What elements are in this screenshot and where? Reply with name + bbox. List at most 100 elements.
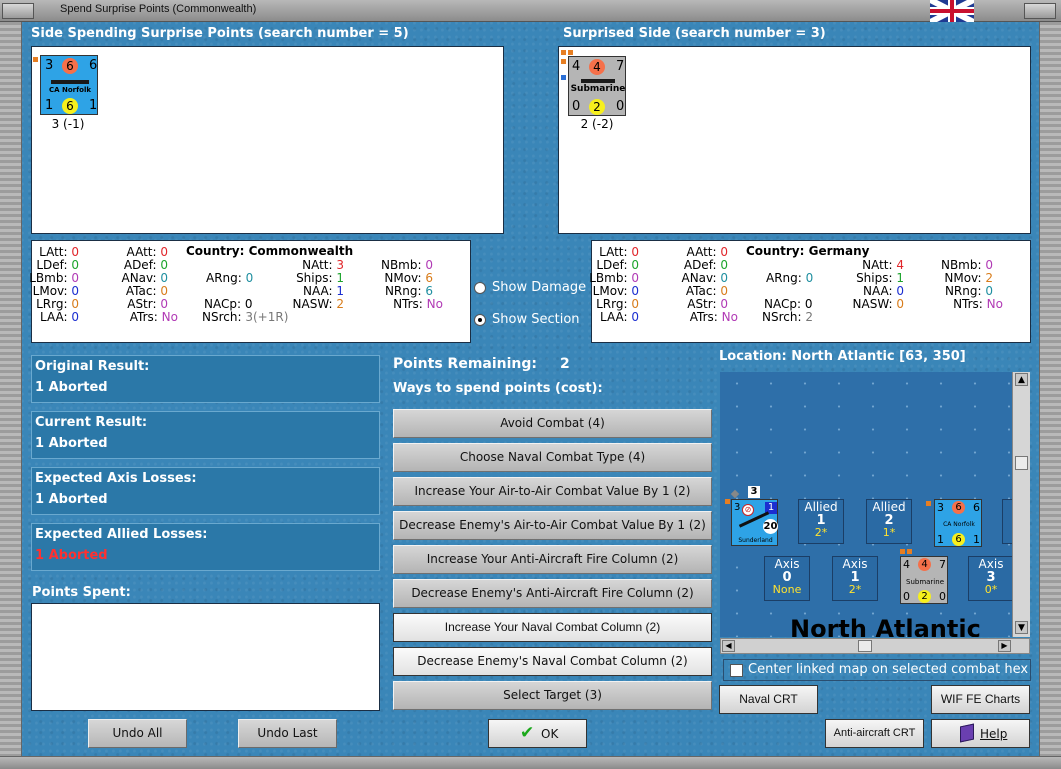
stat-nbmb: NBmb: 0: [380, 258, 433, 272]
left-side-header: Side Spending Surprise Points (search nu…: [31, 26, 409, 41]
axis-losses-panel: Expected Axis Losses: 1 Aborted: [31, 467, 380, 515]
scroll-up-icon[interactable]: ▲: [1015, 373, 1028, 386]
anti-aircraft-crt-button[interactable]: Anti-aircraft CRT: [825, 719, 924, 748]
map-vertical-scrollbar[interactable]: ▲ ▼: [1012, 372, 1030, 637]
show-damage-radio[interactable]: [474, 282, 486, 294]
unit-marker-icon: [926, 501, 931, 506]
counter-name: Submarine: [570, 84, 626, 94]
decrease-enemy-air-to-air-button[interactable]: Decrease Enemy's Air-to-Air Combat Value…: [393, 511, 712, 540]
stat-ldef: LDef: 0: [596, 258, 639, 272]
stat-nasw: NASW: 2: [292, 297, 344, 311]
title-bar: Spend Surprise Points (Commonwealth): [0, 0, 1061, 22]
map-counter-submarine[interactable]: 4 4 7 Submarine 0 2 0: [900, 556, 948, 604]
stat-nmov: NMov: 2: [944, 271, 993, 285]
surprised-side-units-box: 4 4 7 Submarine 0 2 0 2 (-2): [558, 46, 1031, 234]
help-button[interactable]: Help: [931, 719, 1030, 748]
book-icon: [960, 723, 974, 743]
stat-aatt: AAtt: 0: [686, 245, 728, 259]
counter-name: CA Norfolk: [48, 86, 92, 94]
stat-latt: LAtt: 0: [39, 245, 79, 259]
show-section-label: Show Section: [492, 312, 580, 327]
counter-value: 1: [973, 533, 980, 546]
map-counter-sunderland[interactable]: 3 ⊘ 1 20 Sunderland: [731, 499, 778, 546]
stat-lbmb: LBmb: 0: [589, 271, 639, 285]
close-button[interactable]: [1024, 3, 1056, 19]
counter-value: 4: [903, 558, 910, 571]
original-result-panel: Original Result: 1 Aborted: [31, 355, 380, 403]
country: Country: Commonwealth: [186, 244, 354, 258]
increase-aa-fire-column-button[interactable]: Increase Your Anti-Aircraft Fire Column …: [393, 545, 712, 574]
unit-marker-icon: [568, 50, 573, 55]
map-counter-ca-norfolk[interactable]: 3 6 6 CA Norfolk 1 6 1: [934, 499, 982, 547]
unit-marker-icon: [900, 549, 905, 554]
avoid-combat-button[interactable]: Avoid Combat (4): [393, 409, 712, 438]
undo-all-button[interactable]: Undo All: [88, 719, 187, 748]
select-target-button[interactable]: Select Target (3): [393, 681, 712, 710]
counter-value: 2: [589, 99, 605, 115]
decrease-enemy-naval-combat-column-button[interactable]: Decrease Enemy's Naval Combat Column (2): [393, 647, 712, 676]
counter-value: 6: [89, 58, 98, 73]
scroll-down-icon[interactable]: ▼: [1015, 621, 1028, 634]
scroll-thumb[interactable]: [1015, 456, 1028, 470]
map-horizontal-scroll[interactable]: ◀ ▶: [720, 638, 1030, 654]
show-section-option[interactable]: Show Section: [474, 312, 589, 328]
unit-marker-icon: [33, 57, 38, 62]
counter-value: 6: [952, 501, 965, 514]
stat-naa: NAA: 1: [302, 284, 344, 298]
center-linked-checkbox[interactable]: [730, 664, 743, 677]
counter-name: CA Norfolk: [943, 521, 975, 528]
scroll-right-icon[interactable]: ▶: [998, 640, 1011, 652]
wif-fe-charts-button[interactable]: WIF FE Charts: [931, 685, 1030, 714]
counter-name: Submarine: [906, 578, 944, 586]
axis-losses-label: Expected Axis Losses:: [35, 471, 197, 486]
stat-ships: Ships: 1: [296, 271, 344, 285]
ok-button[interactable]: ✔ OK: [488, 719, 587, 748]
naval-crt-button[interactable]: Naval CRT: [719, 685, 818, 714]
counter-value: 3: [937, 501, 944, 514]
counter-value: 0: [939, 590, 946, 603]
stat-atac: ATac: 0: [685, 284, 728, 298]
stat-lmov: LMov: 0: [32, 284, 79, 298]
counter-value: 20: [763, 519, 778, 534]
current-result-label: Current Result:: [35, 415, 148, 430]
allied-losses-panel: Expected Allied Losses: 1 Aborted: [31, 523, 380, 571]
stat-latt: LAtt: 0: [599, 245, 639, 259]
show-section-radio[interactable]: [474, 314, 486, 326]
combat-map[interactable]: 3 3 ⊘ 1 20 Sunderland Allied 1 2* Allied 2 1…: [720, 372, 1012, 637]
allied-box: Allied 2 1*: [866, 499, 912, 544]
counter-value: 0: [903, 590, 910, 603]
unit-counter-submarine[interactable]: 4 4 7 Submarine 0 2 0: [568, 56, 626, 116]
system-menu-button[interactable]: [2, 3, 34, 19]
decrease-enemy-aa-fire-column-button[interactable]: Decrease Enemy's Anti-Aircraft Fire Colu…: [393, 579, 712, 608]
counter-value: 3: [45, 58, 54, 73]
points-spent-list[interactable]: [31, 603, 380, 711]
stat-atac: ATac: 0: [125, 284, 168, 298]
unit-counter-ca-norfolk[interactable]: 3 6 6 CA Norfolk 1 6 1: [40, 55, 98, 115]
union-jack-flag-icon: [930, 0, 974, 22]
show-damage-option[interactable]: Show Damage: [474, 280, 589, 296]
hscroll-thumb[interactable]: [858, 640, 872, 652]
stat-nasw: NASW: 0: [852, 297, 904, 311]
undo-last-button[interactable]: Undo Last: [238, 719, 337, 748]
stat-nrng: NRng: 6: [384, 284, 433, 298]
stat-ntrs: NTrs: No: [953, 297, 1003, 311]
window-frame-right: [1039, 22, 1061, 769]
current-result-panel: Current Result: 1 Aborted: [31, 411, 380, 459]
check-icon: ✔: [520, 723, 535, 743]
help-label: Help: [980, 727, 1008, 741]
stat-nrng: NRng: 0: [944, 284, 993, 298]
ok-label: OK: [541, 727, 559, 741]
submarine-silhouette-icon: [581, 79, 615, 83]
window-title: Spend Surprise Points (Commonwealth): [60, 3, 257, 15]
increase-naval-combat-column-button[interactable]: Increase Your Naval Combat Column (2): [393, 613, 712, 642]
current-result-value: 1 Aborted: [35, 436, 108, 451]
scroll-left-icon[interactable]: ◀: [722, 640, 735, 652]
center-linked-map-option[interactable]: Center linked map on selected combat hex: [723, 659, 1031, 681]
country: Country: Germany: [746, 244, 870, 258]
increase-air-to-air-button[interactable]: Increase Your Air-to-Air Combat Value By…: [393, 477, 712, 506]
show-damage-label: Show Damage: [492, 280, 587, 295]
counter-value: 7: [616, 59, 625, 74]
stat-arng: ARng: 0: [206, 271, 254, 285]
axis-box: Axis 3 0*: [968, 556, 1012, 601]
choose-naval-combat-type-button[interactable]: Choose Naval Combat Type (4): [393, 443, 712, 472]
